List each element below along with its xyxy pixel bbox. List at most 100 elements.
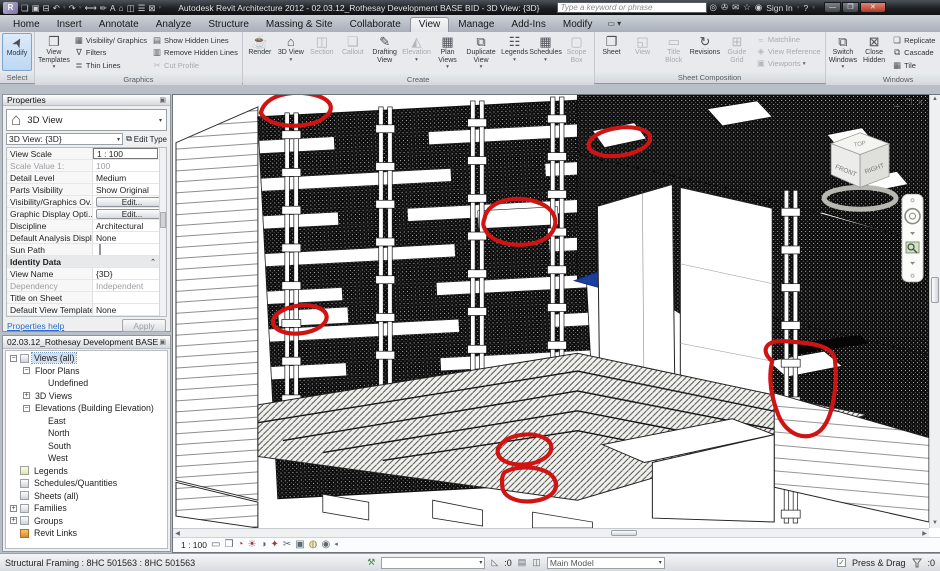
prop-row-discipline[interactable]: Discipline Architectural [7,220,166,232]
scale-icon[interactable]: ▭ [211,539,220,551]
tree-item-schedules[interactable]: Schedules/Quantities [6,477,167,490]
visibility-graphics-button[interactable]: ▦Visibility/ Graphics [74,35,147,46]
sun-path-checkbox[interactable] [99,244,101,255]
filter-icon[interactable] [912,558,922,568]
cascade-button[interactable]: ⧉Cascade [892,47,935,58]
tab-home[interactable]: Home [5,18,48,32]
help-dropdown-icon[interactable]: ▾ [812,5,815,11]
view-restore-icon[interactable]: ❐ [905,98,912,107]
prop-row-title-on-sheet[interactable]: Title on Sheet [7,292,166,304]
ribbon-display-toggle-icon[interactable]: ▭ ▾ [607,19,621,28]
tree-item-groups[interactable]: +Groups [6,515,167,528]
text-icon[interactable]: A [110,3,116,13]
tree-item-3d-views[interactable]: +3D Views [19,390,167,403]
properties-scrollbar[interactable] [159,148,166,316]
rendering-dialog-icon[interactable]: ✦ [270,539,278,551]
section-icon[interactable]: ◫ [127,3,135,13]
tree-item-north[interactable]: North [32,427,167,440]
tab-insert[interactable]: Insert [49,18,90,32]
tree-item-legends[interactable]: Legends [6,465,167,478]
exclude-options-icon[interactable]: ◫ [532,557,541,568]
close-button[interactable]: ✕ [860,2,886,13]
close-hidden-windows-icon[interactable]: ⊠ [148,3,155,13]
tree-item-families[interactable]: +Families [6,502,167,515]
switch-windows-button[interactable]: ⧉Switch Windows▾ [828,33,858,73]
3d-view-button[interactable]: ⌂3D View▾ [276,33,306,73]
tab-view[interactable]: View [410,17,450,32]
tree-item-elevations[interactable]: −Elevations (Building Elevation) [19,402,167,415]
scroll-down-icon[interactable]: ▼ [930,519,940,528]
tab-modify[interactable]: Modify [555,18,600,32]
show-hidden-lines-button[interactable]: ▤Show Hidden Lines [152,35,238,46]
revisions-button[interactable]: ↻Revisions [690,33,720,71]
visibility-graphics-edit-button[interactable]: Edit... [96,197,166,207]
tree-item-south[interactable]: South [32,440,167,453]
expand-icon[interactable]: + [10,505,17,512]
vertical-scroll-thumb[interactable] [931,277,939,303]
design-option-combo[interactable]: Main Model▾ [547,557,665,569]
sheet-button[interactable]: ❐Sheet [597,33,627,71]
viewbar-more-icon[interactable]: ◂ [334,539,338,551]
replicate-button[interactable]: ❏Replicate [892,35,935,46]
tree-item-sheets[interactable]: Sheets (all) [6,490,167,503]
identity-data-header[interactable]: Identity Data ⌃ [7,256,166,268]
tree-item-views-all[interactable]: −Views (all) [6,352,167,365]
open-icon[interactable]: ❏ [21,3,29,13]
graphic-display-edit-button[interactable]: Edit... [96,209,166,219]
active-workset-combo[interactable]: ▾ [381,557,485,569]
redo-dropdown-icon[interactable]: ▾ [79,3,82,13]
filters-button[interactable]: ∇Filters [74,47,147,58]
revit-app-menu-icon[interactable]: R [3,2,18,14]
scroll-right-icon[interactable]: ▶ [920,530,929,537]
undo-icon[interactable]: ↶ [53,3,60,13]
show-crop-region-icon[interactable]: ▣ [295,539,304,551]
legends-button[interactable]: ☷Legends▾ [500,33,530,73]
plan-views-button[interactable]: ▦Plan Views▾ [433,33,463,73]
horizontal-scroll-thumb[interactable] [611,530,637,536]
sign-in-label[interactable]: Sign In [766,3,792,13]
identity-collapse-icon[interactable]: ⌃ [150,258,156,266]
detail-level-icon[interactable]: ❒ [224,539,233,551]
undo-dropdown-icon[interactable]: ▾ [63,3,66,13]
tab-massing-site[interactable]: Massing & Site [258,18,341,32]
edit-type-button[interactable]: ⧉ Edit Type [126,134,167,144]
expand-icon[interactable]: + [23,392,30,399]
horizontal-scrollbar[interactable]: ◀ ▶ [173,528,929,537]
drafting-view-button[interactable]: ✎Drafting View [369,33,401,73]
collapse-icon[interactable]: − [23,367,30,374]
type-selector[interactable]: ⌂ 3D View ▾ [6,109,167,131]
search-icon[interactable]: ◎ [710,2,717,13]
qat-customize-icon[interactable]: ▾ [158,3,161,13]
shadows-icon[interactable]: ◑ [260,539,266,551]
restore-button[interactable]: ❐ [842,2,859,13]
duplicate-view-button[interactable]: ⧉Duplicate View▾ [464,33,499,73]
collapse-icon[interactable]: − [23,405,30,412]
view-close-icon[interactable]: ✕ [917,98,924,107]
print-icon[interactable]: ⊟ [43,3,50,13]
vertical-scrollbar[interactable]: ▲ ▼ [929,95,940,528]
press-drag-checkbox[interactable]: ✓ [837,558,846,567]
tree-item-undefined[interactable]: Undefined [32,377,167,390]
minimize-button[interactable]: — [824,2,841,13]
temporary-hide-isolate-icon[interactable]: ◍ [309,539,318,551]
tab-collaborate[interactable]: Collaborate [342,18,409,32]
project-browser-header[interactable]: 02.03.12_Rothesay Development BASE BID -… [3,336,170,349]
prop-row-default-analysis[interactable]: Default Analysis Displ... None [7,232,166,244]
help-icon[interactable]: ? [803,3,808,13]
view-scale-input[interactable]: 1 : 100 [93,148,158,159]
save-icon[interactable]: ▣ [32,3,40,13]
scroll-left-icon[interactable]: ◀ [173,530,182,537]
worksharing-icon[interactable]: ⚒ [367,557,375,568]
navigation-bar[interactable] [902,194,923,281]
tile-button[interactable]: ▦Tile [892,60,935,71]
thin-lines-button[interactable]: ≣Thin Lines [74,60,147,71]
drawing-area[interactable]: ▁ ❐ ✕ [172,94,940,553]
prop-row-parts-visibility[interactable]: Parts Visibility Show Original [7,184,166,196]
sign-in-dropdown-icon[interactable]: ▾ [797,5,800,11]
default-3d-view-icon[interactable]: ⌂ [119,3,124,13]
remove-hidden-lines-button[interactable]: ▥Remove Hidden Lines [152,47,238,58]
tree-item-west[interactable]: West [32,452,167,465]
tree-item-revit-links[interactable]: Revit Links [6,527,167,540]
thin-lines-icon[interactable]: ☰ [138,3,146,13]
prop-row-detail-level[interactable]: Detail Level Medium [7,172,166,184]
